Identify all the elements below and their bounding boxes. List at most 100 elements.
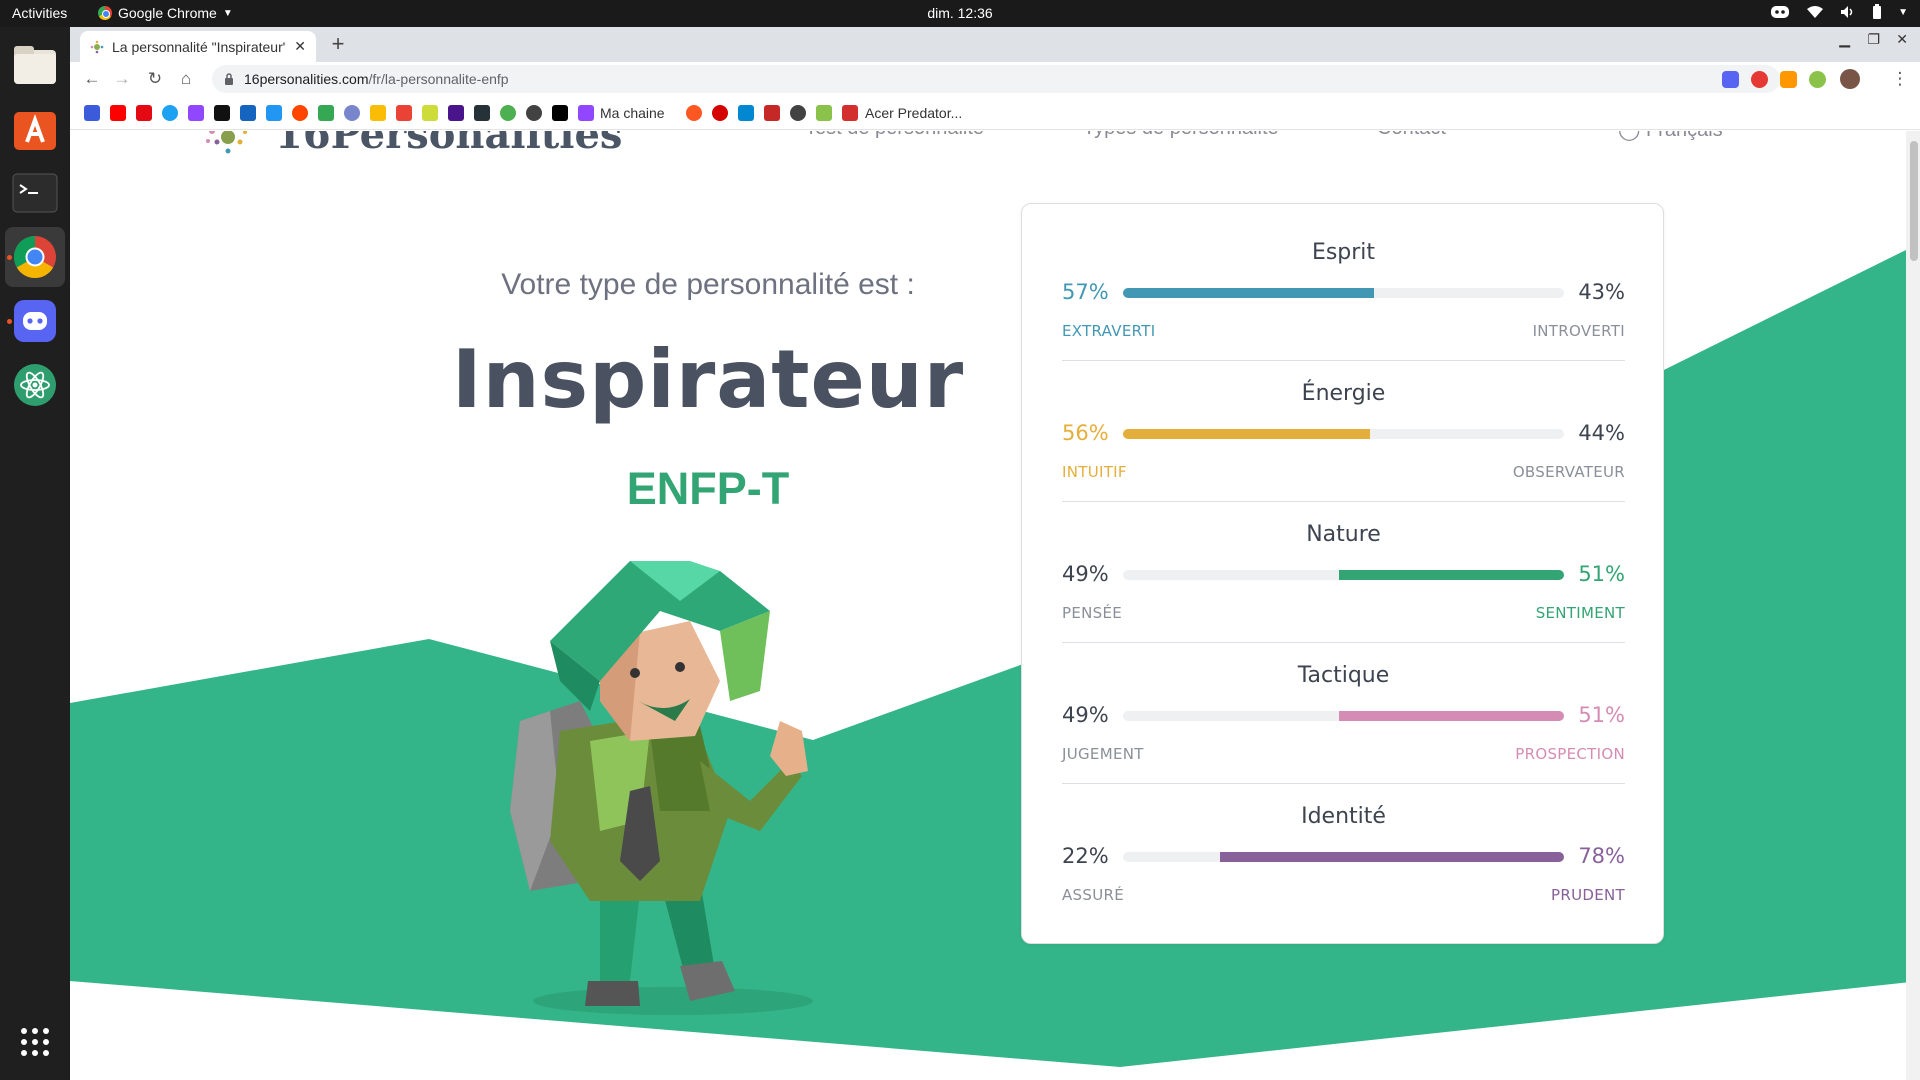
activities-button[interactable]: Activities [12, 5, 67, 21]
page-scrollbar[interactable] [1906, 131, 1920, 1080]
bookmark-label[interactable]: Acer Predator... [865, 105, 962, 121]
twitch-icon[interactable] [188, 105, 204, 121]
bookmark-icon[interactable] [84, 105, 100, 121]
opera-extension-icon[interactable] [1751, 71, 1768, 88]
gmail-icon[interactable] [396, 105, 412, 121]
bookmark-icon[interactable] [500, 105, 516, 121]
power-menu-icon[interactable]: ▼ [1898, 7, 1908, 18]
app-menu-label: Google Chrome [118, 5, 217, 21]
system-top-bar: Activities Google Chrome ▼ dim. 12:36 ▼ [0, 0, 1920, 27]
nav-types[interactable]: Types de personnalité [1083, 131, 1279, 140]
lock-icon [225, 73, 233, 85]
trait-left-percent: 22% [1062, 844, 1109, 868]
bookmark-icon[interactable] [422, 105, 438, 121]
minimize-icon[interactable]: ▁ [1839, 31, 1850, 48]
running-indicator [7, 255, 12, 260]
dock-chrome[interactable] [5, 227, 65, 287]
profile-avatar[interactable] [1840, 69, 1860, 89]
trait-bar [1123, 711, 1564, 721]
volume-icon[interactable] [1840, 5, 1856, 19]
new-tab-button[interactable]: + [324, 31, 352, 59]
bookmark-icon[interactable] [738, 105, 754, 121]
dock-terminal[interactable] [5, 163, 65, 223]
extension-icon[interactable] [1809, 71, 1826, 88]
tab-title: La personnalité "Inspirateur" [112, 38, 287, 55]
trait-right-percent: 51% [1578, 703, 1625, 727]
trait-mind: Esprit 57% 43% EXTRAVERTI INTROVERTI [1062, 204, 1625, 361]
bookmark-icon[interactable] [240, 105, 256, 121]
trait-left-label: EXTRAVERTI [1062, 322, 1156, 340]
forward-icon[interactable]: → [110, 67, 134, 91]
url-path: /fr/la-personnalite-enfp [368, 71, 509, 87]
dock-files[interactable] [5, 35, 65, 95]
trait-left-percent: 49% [1062, 562, 1109, 586]
globe-icon[interactable] [790, 105, 806, 121]
bookmark-icon[interactable] [448, 105, 464, 121]
bookmark-icon[interactable] [816, 105, 832, 121]
close-window-icon[interactable]: ✕ [1896, 31, 1908, 48]
dock-show-apps[interactable] [5, 1012, 65, 1072]
result-intro: Votre type de personnalité est : [501, 268, 915, 301]
scrollbar-thumb[interactable] [1910, 141, 1918, 261]
restore-icon[interactable]: ❐ [1867, 31, 1880, 48]
app-menu[interactable]: Google Chrome ▼ [98, 5, 233, 21]
trait-bar [1123, 288, 1564, 298]
youtube-icon[interactable] [110, 105, 126, 121]
drive-icon[interactable] [318, 105, 334, 121]
bookmark-icon[interactable] [266, 105, 282, 121]
twitter-icon[interactable] [162, 105, 178, 121]
address-bar[interactable]: 16personalities.com/fr/la-personnalite-e… [212, 65, 1780, 93]
software-store-icon [14, 112, 56, 150]
bookmark-icon[interactable] [686, 105, 702, 121]
dock-discord[interactable] [5, 291, 65, 351]
bookmark-label[interactable]: Ma chaine [600, 105, 665, 121]
twitch-icon[interactable] [578, 105, 594, 121]
trait-title: Tactique [1297, 663, 1390, 688]
dock-atom[interactable] [5, 355, 65, 415]
trait-energy: Énergie 56% 44% INTUITIF OBSERVATEUR [1062, 345, 1625, 502]
trait-identity: Identité 22% 78% ASSURÉ PRUDENT [1062, 768, 1625, 909]
logo-text[interactable]: 16Personalities [275, 131, 622, 158]
system-tray[interactable]: ▼ [1770, 4, 1908, 20]
bookmark-icon[interactable] [552, 105, 568, 121]
extension-icon[interactable] [1780, 71, 1797, 88]
trait-title: Énergie [1301, 381, 1386, 406]
bookmark-icon[interactable] [370, 105, 386, 121]
bookmark-icon[interactable] [214, 105, 230, 121]
bookmarks-bar: Ma chaine Acer Predator... [70, 96, 1920, 130]
dock-software[interactable] [5, 99, 65, 159]
nav-test[interactable]: Test de personnalité [805, 131, 984, 140]
chrome-icon [98, 6, 112, 20]
reload-icon[interactable]: ↻ [143, 67, 167, 91]
bookmark-icon[interactable] [764, 105, 780, 121]
netflix-icon[interactable] [136, 105, 152, 121]
nav-language-label: Français [1646, 131, 1723, 141]
app-grid-icon [21, 1028, 49, 1056]
dock [0, 27, 70, 1080]
back-icon[interactable]: ← [80, 67, 104, 91]
bookmark-icon[interactable] [712, 105, 728, 121]
more-menu-icon[interactable]: ⋮ [1888, 67, 1912, 91]
discord-tray-icon[interactable] [1770, 4, 1790, 20]
bookmark-icon[interactable] [474, 105, 490, 121]
traits-card: Esprit 57% 43% EXTRAVERTI INTROVERTI Éne… [1021, 203, 1664, 944]
bookmark-icon[interactable] [344, 105, 360, 121]
trait-right-label: OBSERVATEUR [1512, 463, 1625, 481]
browser-toolbar: ← → ↻ ⌂ 16personalities.com/fr/la-person… [70, 62, 1920, 96]
nav-language[interactable]: ◯ Français [1618, 131, 1723, 142]
extension-icon[interactable] [1722, 71, 1739, 88]
home-icon[interactable]: ⌂ [174, 67, 198, 91]
tab-strip: La personnalité "Inspirateur" ✕ + ▁ ❐ ✕ [70, 27, 1920, 62]
reddit-icon[interactable] [292, 105, 308, 121]
trait-bar-fill [1339, 570, 1564, 580]
bookmark-icon[interactable] [842, 105, 858, 121]
battery-icon[interactable] [1872, 4, 1882, 20]
close-tab-icon[interactable]: ✕ [294, 38, 306, 55]
clock[interactable]: dim. 12:36 [0, 5, 1920, 21]
globe-icon[interactable] [526, 105, 542, 121]
trait-left-label: INTUITIF [1062, 463, 1127, 481]
wifi-icon[interactable] [1806, 5, 1824, 19]
terminal-icon [12, 173, 58, 213]
nav-contact[interactable]: Contact [1377, 131, 1446, 140]
tab-active[interactable]: La personnalité "Inspirateur" ✕ [80, 31, 316, 62]
